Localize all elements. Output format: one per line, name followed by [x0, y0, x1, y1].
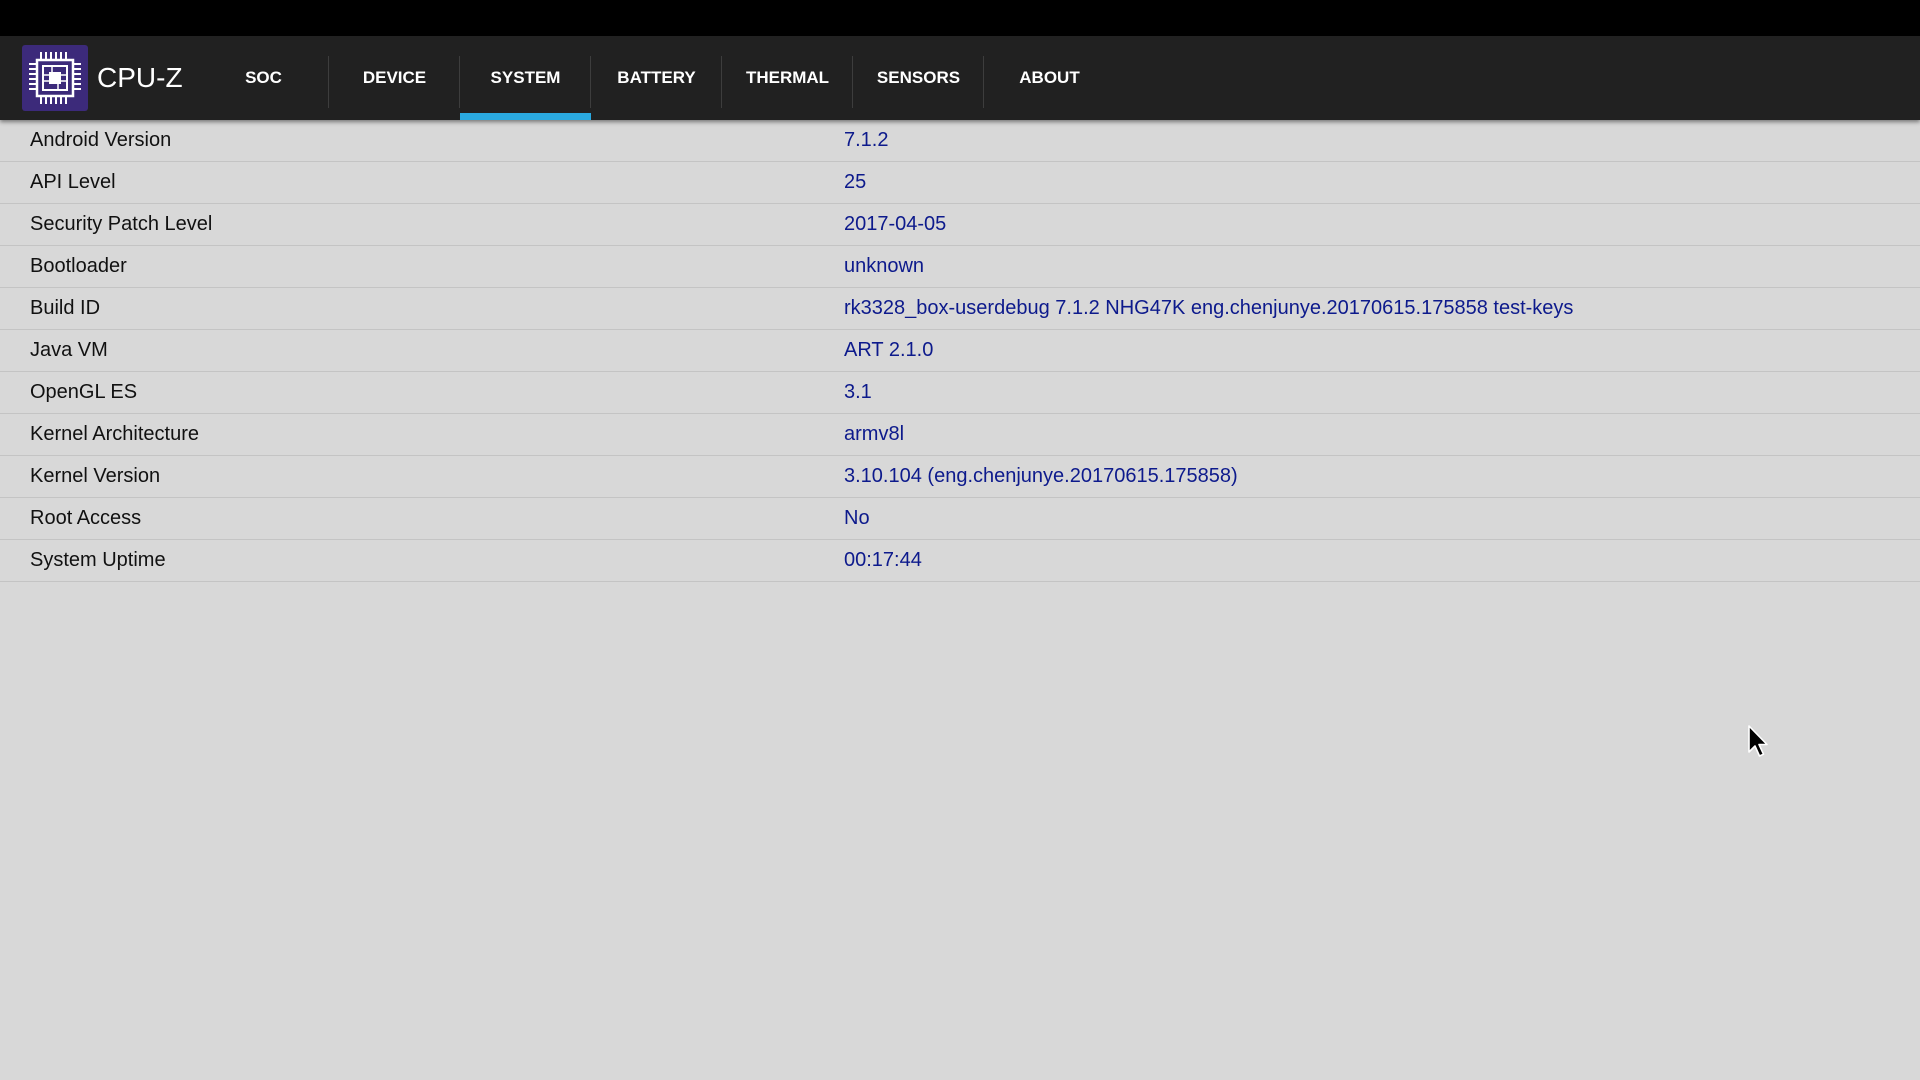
info-value: 3.1 [844, 381, 872, 403]
info-row-root-access: Root Access No [0, 498, 1920, 540]
info-row-build-id: Build ID rk3328_box-userdebug 7.1.2 NHG4… [0, 288, 1920, 330]
tab-label: DEVICE [362, 68, 427, 87]
info-label: Build ID [30, 297, 101, 319]
tab-soc[interactable]: SOC [198, 36, 329, 120]
info-row-android-version: Android Version 7.1.2 [0, 120, 1920, 162]
info-row-kernel-version: Kernel Version 3.10.104 (eng.chenjunye.2… [0, 456, 1920, 498]
info-label: Kernel Architecture [30, 423, 199, 445]
tab-thermal[interactable]: THERMAL [722, 36, 853, 120]
tab-label: SYSTEM [490, 68, 561, 87]
info-row-api-level: API Level 25 [0, 162, 1920, 204]
app-title: CPU-Z [97, 62, 183, 93]
status-bar [0, 0, 1920, 36]
info-row-bootloader: Bootloader unknown [0, 246, 1920, 288]
info-label: Android Version [30, 129, 172, 151]
info-label: API Level [30, 171, 116, 193]
info-value: unknown [844, 255, 925, 277]
tab-label: BATTERY [617, 68, 696, 87]
tab-sensors[interactable]: SENSORS [853, 36, 984, 120]
tab-label: ABOUT [1019, 68, 1080, 87]
tab-battery[interactable]: BATTERY [591, 36, 722, 120]
info-value: rk3328_box-userdebug 7.1.2 NHG47K eng.ch… [844, 297, 1574, 319]
cpu-chip-icon [22, 45, 88, 111]
info-label: Root Access [30, 507, 142, 529]
info-value: 25 [844, 171, 867, 193]
info-label: Security Patch Level [30, 213, 213, 235]
tab-indicator [460, 113, 591, 120]
info-row-opengl-es: OpenGL ES 3.1 [0, 372, 1920, 414]
info-label: Kernel Version [30, 465, 161, 487]
tab-label: SENSORS [876, 68, 961, 87]
info-label: System Uptime [30, 549, 166, 571]
info-row-security-patch-level: Security Patch Level 2017-04-05 [0, 204, 1920, 246]
info-value: 00:17:44 [844, 549, 922, 571]
tab-device[interactable]: DEVICE [329, 36, 460, 120]
tab-label: SOC [245, 68, 282, 87]
info-value: No [844, 507, 870, 529]
info-label: Bootloader [30, 255, 127, 277]
info-row-kernel-architecture: Kernel Architecture armv8l [0, 414, 1920, 456]
info-value: 3.10.104 (eng.chenjunye.20170615.175858) [844, 465, 1238, 487]
info-row-java-vm: Java VM ART 2.1.0 [0, 330, 1920, 372]
mouse-pointer-icon [1747, 724, 1771, 765]
tab-system[interactable]: SYSTEM [460, 36, 591, 120]
tab-label: THERMAL [745, 68, 830, 87]
system-info-list: Android Version 7.1.2 API Level 25 Secur… [0, 120, 1920, 582]
info-value: 7.1.2 [844, 129, 889, 151]
info-value: 2017-04-05 [844, 213, 947, 235]
app-bar: CPU-Z SOC DEVICE SYSTEM BATTERY THERMAL [0, 36, 1920, 120]
info-value: ART 2.1.0 [844, 339, 934, 361]
info-label: Java VM [30, 339, 108, 361]
info-label: OpenGL ES [30, 381, 138, 403]
tab-about[interactable]: ABOUT [984, 36, 1115, 120]
info-value: armv8l [844, 423, 905, 445]
tab-bar: SOC DEVICE SYSTEM BATTERY THERMAL SENSOR… [198, 36, 1115, 120]
info-row-system-uptime: System Uptime 00:17:44 [0, 540, 1920, 582]
